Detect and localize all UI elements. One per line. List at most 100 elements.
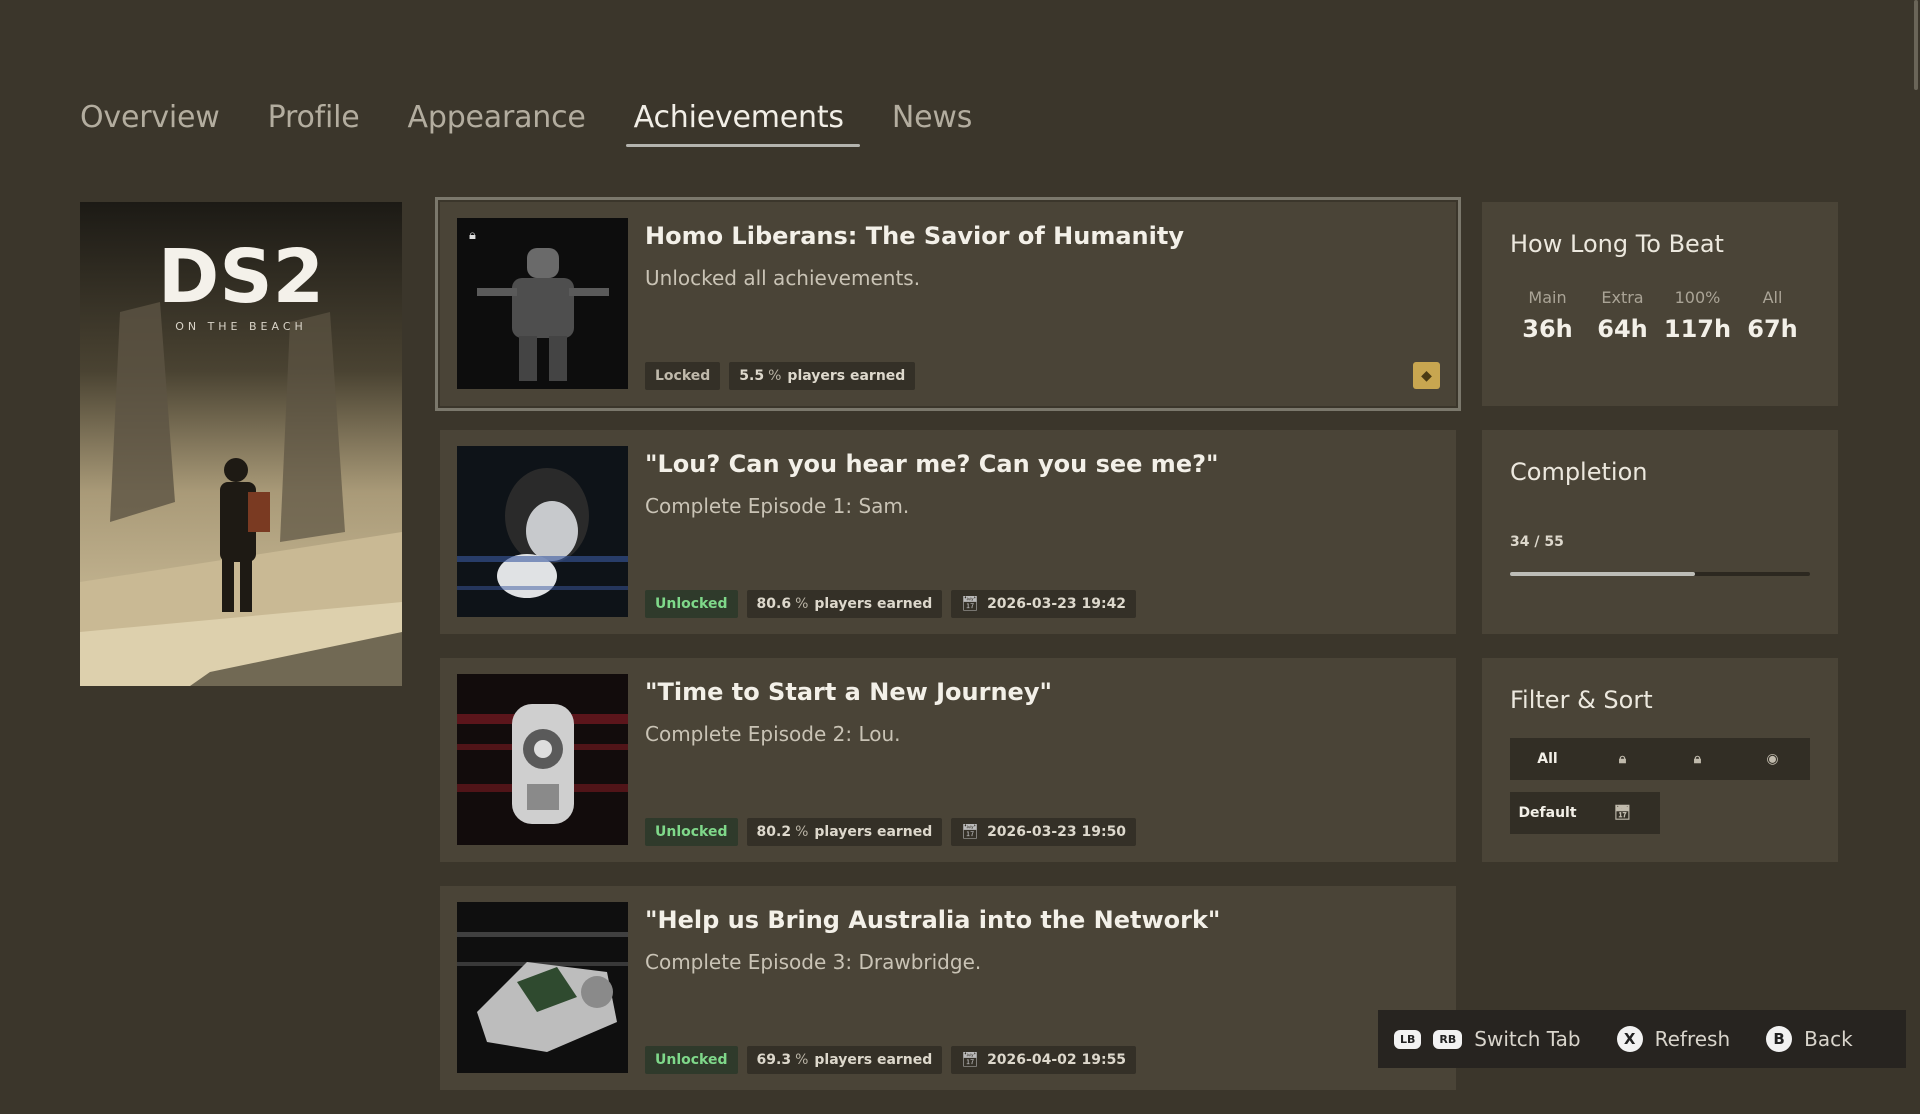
achievement-title: "Time to Start a New Journey" [645, 678, 1052, 706]
hltb-value: 117h [1663, 315, 1732, 343]
status-badge: Unlocked [645, 818, 738, 846]
hltb-value: 67h [1747, 315, 1798, 343]
rarity-badge: 5.5 % players earned [729, 362, 916, 390]
players-earned-label: players earned [814, 596, 933, 612]
eye-off-icon: ◉ [1766, 751, 1779, 767]
unlock-date-badge: 📅︎ 2026-04-02 19:55 [951, 1046, 1137, 1074]
players-earned-label: players earned [787, 368, 906, 384]
achievement-title: Homo Liberans: The Savior of Humanity [645, 222, 1184, 250]
achievement-title: "Lou? Can you hear me? Can you see me?" [645, 450, 1219, 478]
unlock-date: 2026-04-02 19:55 [987, 1052, 1127, 1068]
gem-icon: ◆ [1413, 362, 1440, 389]
unlock-date: 2026-03-23 19:42 [987, 596, 1127, 612]
achievement-card[interactable]: "Time to Start a New Journey" Complete E… [440, 658, 1456, 862]
rarity-badge: 69.3 % players earned [746, 1046, 943, 1074]
hltb-label: Extra [1601, 288, 1644, 307]
rb-button-icon: RB [1433, 1029, 1463, 1049]
refresh-label: Refresh [1654, 1027, 1731, 1051]
lb-button-icon: LB [1394, 1029, 1422, 1049]
hltb-panel: How Long To Beat Main 36h Extra 64h 100%… [1482, 202, 1838, 406]
percent-symbol: % [768, 368, 782, 384]
percent-symbol: % [795, 1052, 809, 1068]
lock-icon: 🔒︎ [1693, 751, 1702, 767]
tab-news[interactable]: News [892, 96, 980, 145]
hltb-value: 36h [1522, 315, 1573, 343]
unlock-date: 2026-03-23 19:50 [987, 824, 1127, 840]
rarity-badge: 80.6 % players earned [746, 590, 943, 618]
back-label: Back [1804, 1027, 1853, 1051]
filter-unlocked-button[interactable]: 🔒︎ [1660, 738, 1735, 780]
sort-default-button[interactable]: Default [1510, 792, 1585, 834]
tab-overview[interactable]: Overview [80, 96, 228, 145]
rarity-badge: 80.2 % players earned [746, 818, 943, 846]
achievement-card[interactable]: 🔒︎ Homo Liberans: The Savior of Humanity… [435, 197, 1461, 411]
completion-progress-fill [1510, 572, 1696, 576]
lock-icon: 🔒︎ [1618, 751, 1627, 767]
controller-hint-bar: LB RB Switch Tab X Refresh B Back [1378, 1010, 1906, 1068]
achievement-image [457, 446, 628, 617]
achievement-list: 🔒︎ Homo Liberans: The Savior of Humanity… [435, 197, 1461, 1114]
calendar-icon: 📅︎ [961, 596, 980, 612]
percent-value: 5.5 [739, 368, 765, 384]
tab-profile[interactable]: Profile [268, 96, 368, 145]
b-button-icon: B [1766, 1026, 1793, 1052]
unlock-date-badge: 📅︎ 2026-03-23 19:50 [951, 818, 1137, 846]
hltb-label: 100% [1674, 288, 1721, 307]
completion-count: 34 / 55 [1510, 534, 1564, 550]
hltb-title: How Long To Beat [1510, 230, 1724, 258]
players-earned-label: players earned [814, 1052, 933, 1068]
players-earned-label: players earned [814, 824, 933, 840]
cover-sublogo: ON THE BEACH [175, 320, 307, 333]
achievement-card[interactable]: "Help us Bring Australia into the Networ… [440, 886, 1456, 1090]
hltb-main: Main 36h [1510, 288, 1585, 343]
status-badge: Unlocked [645, 590, 738, 618]
percent-value: 80.2 [756, 824, 792, 840]
achievement-image [457, 674, 628, 845]
switch-tab-label: Switch Tab [1474, 1027, 1581, 1051]
percent-symbol: % [795, 824, 809, 840]
achievement-card[interactable]: "Lou? Can you hear me? Can you see me?" … [440, 430, 1456, 634]
filter-sort-title: Filter & Sort [1510, 686, 1653, 714]
completion-progress-bar [1510, 572, 1810, 576]
filter-all-button[interactable]: All [1510, 738, 1585, 780]
cover-logo: DS2 [158, 234, 324, 320]
filter-segmented-control: All 🔒︎ 🔒︎ ◉ [1510, 738, 1810, 780]
achievement-title: "Help us Bring Australia into the Networ… [645, 906, 1221, 934]
percent-value: 69.3 [756, 1052, 792, 1068]
unlock-date-badge: 📅︎ 2026-03-23 19:42 [951, 590, 1137, 618]
tab-bar: Overview Profile Appearance Achievements… [80, 96, 980, 147]
tab-achievements[interactable]: Achievements [625, 96, 861, 147]
achievement-badges: Unlocked 69.3 % players earned 📅︎ 2026-0… [645, 1046, 1137, 1074]
percent-value: 80.6 [756, 596, 792, 612]
hltb-label: All [1762, 288, 1783, 307]
completion-title: Completion [1510, 458, 1648, 486]
achievement-description: Complete Episode 1: Sam. [645, 494, 910, 518]
sort-segmented-control: Default 📅︎ [1510, 792, 1660, 834]
x-button-icon: X [1616, 1026, 1643, 1052]
status-badge: Locked [645, 362, 721, 390]
percent-symbol: % [795, 596, 809, 612]
completion-panel: Completion 34 / 55 [1482, 430, 1838, 634]
sort-date-button[interactable]: 📅︎ [1585, 792, 1660, 834]
hltb-stats: Main 36h Extra 64h 100% 117h All 67h [1510, 288, 1810, 343]
achievement-badges: Locked 5.5 % players earned [645, 362, 916, 390]
switch-tab-hint[interactable]: LB RB Switch Tab [1394, 1027, 1581, 1051]
filter-locked-button[interactable]: 🔒︎ [1585, 738, 1660, 780]
achievement-image [457, 902, 628, 1073]
back-hint[interactable]: B Back [1766, 1026, 1853, 1052]
calendar-icon: 📅︎ [961, 1052, 980, 1068]
lock-icon: 🔒︎ [469, 228, 476, 243]
hltb-label: Main [1528, 288, 1567, 307]
achievement-description: Unlocked all achievements. [645, 266, 921, 290]
hltb-completionist: 100% 117h [1660, 288, 1735, 343]
achievement-image: 🔒︎ [457, 218, 628, 389]
page-scrollbar[interactable] [1914, 0, 1918, 90]
filter-hidden-button[interactable]: ◉ [1735, 738, 1810, 780]
achievement-description: Complete Episode 3: Drawbridge. [645, 950, 982, 974]
calendar-sort-icon: 📅︎ [1613, 805, 1632, 821]
calendar-icon: 📅︎ [961, 824, 980, 840]
hltb-value: 64h [1597, 315, 1648, 343]
refresh-hint[interactable]: X Refresh [1616, 1026, 1731, 1052]
achievement-description: Complete Episode 2: Lou. [645, 722, 901, 746]
tab-appearance[interactable]: Appearance [408, 96, 594, 145]
